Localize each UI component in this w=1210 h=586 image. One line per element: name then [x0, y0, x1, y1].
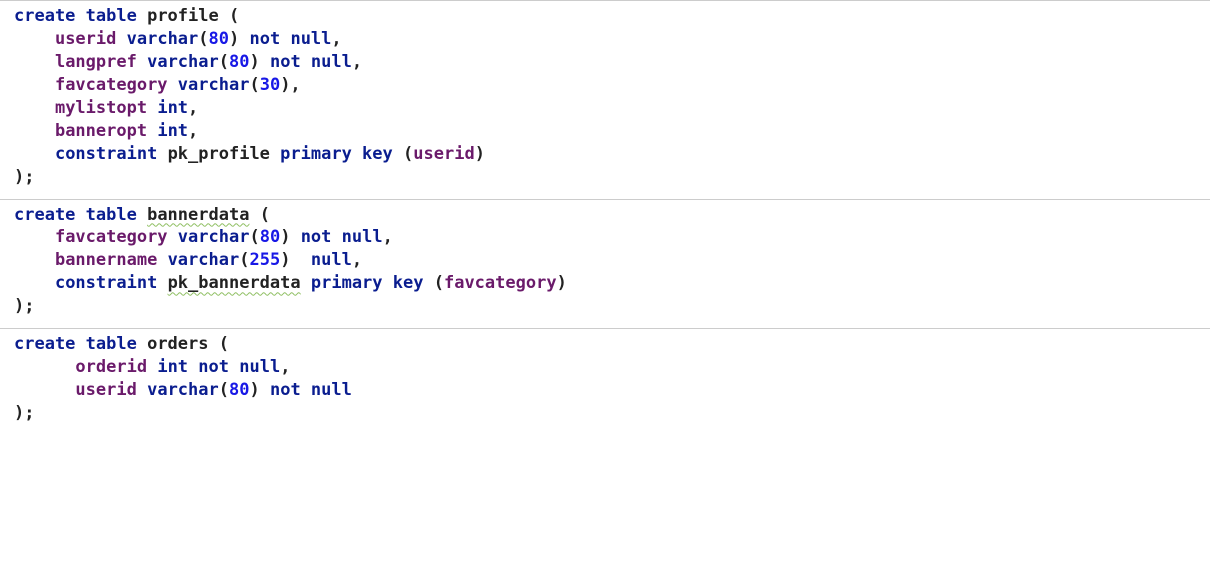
table-name-profile: profile	[147, 6, 219, 26]
size-80: 80	[260, 227, 280, 247]
table-name-bannerdata: bannerdata	[147, 205, 249, 225]
kw-not-null: not null	[198, 357, 280, 377]
size-80: 80	[209, 29, 229, 49]
kw-create-table: create table	[14, 334, 137, 354]
col-favcategory: favcategory	[55, 75, 168, 95]
col-userid: userid	[55, 29, 116, 49]
kw-create-table: create table	[14, 205, 137, 225]
kw-varchar: varchar	[178, 75, 250, 95]
kw-not-null: not null	[270, 380, 352, 400]
kw-varchar: varchar	[147, 52, 219, 72]
col-bannername: bannername	[55, 250, 157, 270]
pk-bannerdata-name: pk_bannerdata	[168, 273, 301, 293]
kw-create-table: create table	[14, 6, 137, 26]
kw-varchar: varchar	[127, 29, 199, 49]
col-langpref: langpref	[55, 52, 137, 72]
col-userid: userid	[75, 380, 136, 400]
pk-profile-col: userid	[413, 144, 474, 164]
kw-int: int	[157, 121, 188, 141]
kw-int: int	[157, 357, 188, 377]
sql-block-profile: create table profile ( userid varchar(80…	[0, 0, 1210, 199]
kw-not-null: not null	[270, 52, 352, 72]
size-30: 30	[260, 75, 280, 95]
size-255: 255	[249, 250, 280, 270]
kw-constraint: constraint	[55, 273, 157, 293]
pk-bannerdata-col: favcategory	[444, 273, 557, 293]
col-favcategory: favcategory	[55, 227, 168, 247]
col-banneropt: banneropt	[55, 121, 147, 141]
sql-block-orders: create table orders ( orderid int not nu…	[0, 328, 1210, 435]
pk-profile-name: pk_profile	[168, 144, 270, 164]
kw-varchar: varchar	[147, 380, 219, 400]
size-80: 80	[229, 380, 249, 400]
kw-varchar: varchar	[178, 227, 250, 247]
kw-not-null: not null	[250, 29, 332, 49]
col-orderid: orderid	[75, 357, 147, 377]
kw-not-null: not null	[301, 227, 383, 247]
kw-constraint: constraint	[55, 144, 157, 164]
col-mylistopt: mylistopt	[55, 98, 147, 118]
kw-int: int	[157, 98, 188, 118]
kw-primary-key: primary key	[280, 144, 393, 164]
kw-varchar: varchar	[168, 250, 240, 270]
kw-null: null	[311, 250, 352, 270]
size-80: 80	[229, 52, 249, 72]
kw-primary-key: primary key	[311, 273, 424, 293]
sql-block-bannerdata: create table bannerdata ( favcategory va…	[0, 199, 1210, 329]
table-name-orders: orders	[147, 334, 208, 354]
